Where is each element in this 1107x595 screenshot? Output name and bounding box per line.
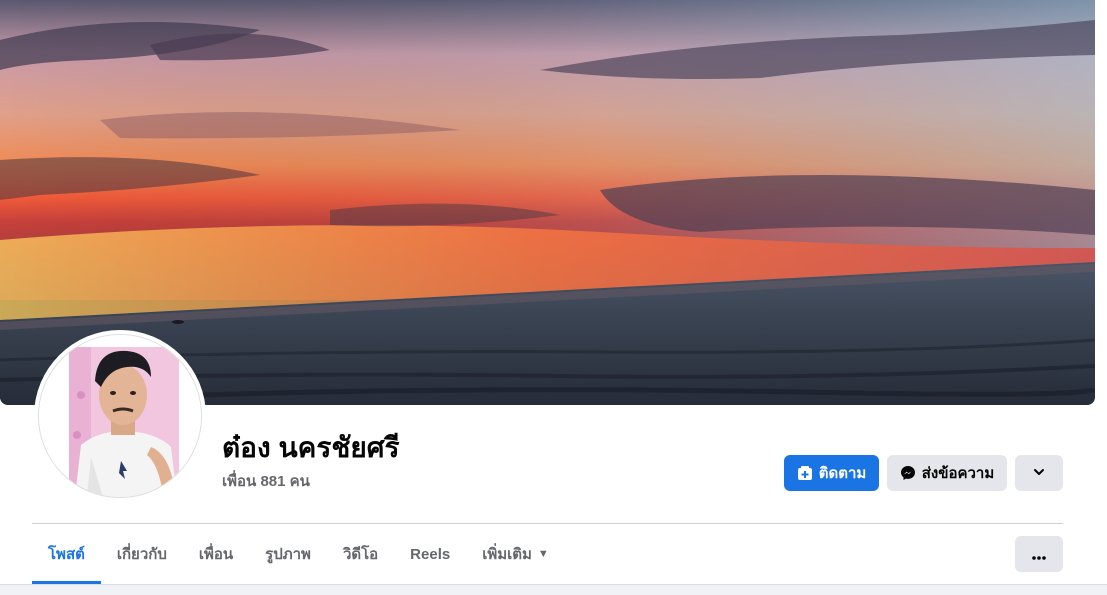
tab-label: โพสต์ <box>48 546 85 563</box>
messenger-icon <box>900 465 916 481</box>
profile-tabs: โพสต์ เกี่ยวกับ เพื่อน รูปภาพ วิดีโอ Ree… <box>32 524 565 584</box>
content-area-edge <box>0 584 1107 595</box>
tab-posts[interactable]: โพสต์ <box>32 524 101 584</box>
tab-label: เพิ่มเติม <box>482 546 532 563</box>
profile-options-button[interactable] <box>1015 455 1063 491</box>
tab-videos[interactable]: วิดีโอ <box>327 524 394 584</box>
tab-label: เกี่ยวกับ <box>116 546 167 563</box>
tab-more[interactable]: เพิ่มเติม ▼ <box>466 524 565 584</box>
tab-label: รูปภาพ <box>265 546 311 563</box>
more-dots-icon <box>1032 544 1046 565</box>
caret-down-icon: ▼ <box>537 548 549 560</box>
person-photo <box>39 335 201 497</box>
profile-name: ต๋อง นครชัยศรี <box>222 432 400 463</box>
avatar-image <box>38 334 202 498</box>
more-options-button[interactable] <box>1015 536 1063 572</box>
profile-avatar[interactable] <box>34 330 206 502</box>
tab-photos[interactable]: รูปภาพ <box>249 524 327 584</box>
tab-about[interactable]: เกี่ยวกับ <box>101 524 183 584</box>
profile-page: ต๋อง นครชัยศรี เพื่อน 881 คน ติดตาม ส่งข… <box>0 0 1107 595</box>
follow-button[interactable]: ติดตาม <box>784 455 879 491</box>
friend-count[interactable]: เพื่อน 881 คน <box>222 472 310 492</box>
message-button[interactable]: ส่งข้อความ <box>887 455 1007 491</box>
tab-label: เพื่อน <box>198 546 234 563</box>
message-label: ส่งข้อความ <box>921 465 995 482</box>
tab-label: Reels <box>410 545 451 563</box>
follow-icon <box>797 465 813 481</box>
tab-reels[interactable]: Reels <box>394 524 466 584</box>
chevron-down-icon <box>1033 465 1045 482</box>
tab-label: วิดีโอ <box>342 546 379 563</box>
follow-label: ติดตาม <box>818 465 867 482</box>
tab-friends[interactable]: เพื่อน <box>183 524 249 584</box>
